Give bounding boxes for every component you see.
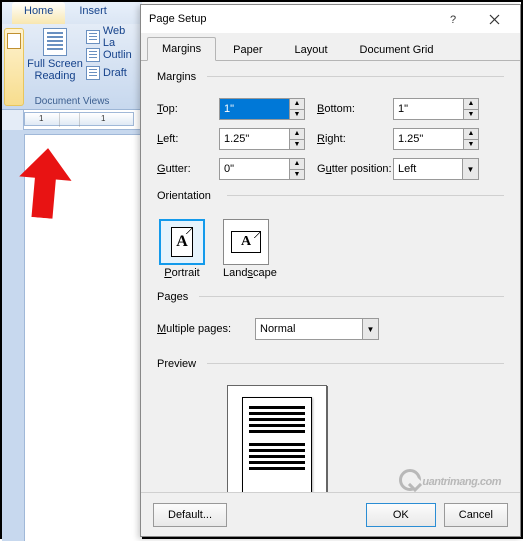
tab-document-grid[interactable]: Document Grid bbox=[345, 38, 449, 61]
document-lines-icon bbox=[43, 28, 67, 56]
right-input[interactable] bbox=[393, 128, 463, 150]
top-input[interactable] bbox=[219, 98, 289, 120]
draft-button[interactable]: Draft bbox=[86, 64, 140, 82]
portrait-page-icon: A bbox=[171, 227, 193, 257]
spin-up-icon[interactable]: ▲ bbox=[290, 99, 304, 110]
full-screen-reading-button[interactable]: Full Screen Reading bbox=[25, 28, 85, 82]
gutter-spinner[interactable]: ▲▼ bbox=[219, 158, 305, 180]
margins-heading: Margins bbox=[157, 71, 504, 83]
horizontal-ruler[interactable]: 1 1 bbox=[24, 112, 134, 126]
gutter-position-combo[interactable]: Left ▼ bbox=[393, 158, 479, 180]
spin-down-icon[interactable]: ▼ bbox=[290, 140, 304, 150]
dialog-tab-strip: Margins Paper Layout Document Grid bbox=[141, 33, 520, 61]
preview-group: Preview Apply to: Whole document ▼ bbox=[157, 358, 504, 492]
pages-group: Pages Multiple pages: Normal ▼ bbox=[157, 291, 504, 340]
page-icon bbox=[7, 33, 21, 49]
gutter-position-value: Left bbox=[394, 163, 462, 175]
left-spinner[interactable]: ▲▼ bbox=[219, 128, 305, 150]
tab-margins[interactable]: Margins bbox=[147, 37, 216, 61]
bottom-spinner[interactable]: ▲▼ bbox=[393, 98, 479, 120]
ribbon-tab-insert[interactable]: Insert bbox=[67, 2, 119, 24]
orientation-group: Orientation A Portrait A Landscape bbox=[157, 190, 504, 281]
dialog-body: Margins Top: ▲▼ Bottom: ▲▼ Left: ▲▼ R bbox=[141, 61, 520, 492]
default-button[interactable]: Default... bbox=[153, 503, 227, 527]
top-label: Top: bbox=[157, 103, 207, 115]
view-list: Web La Outlin Draft bbox=[86, 28, 140, 82]
ribbon-body: Full Screen Reading Web La Outlin Draft … bbox=[2, 24, 142, 110]
tab-layout[interactable]: Layout bbox=[279, 38, 342, 61]
orientation-landscape[interactable]: A Landscape bbox=[221, 217, 279, 281]
spin-down-icon[interactable]: ▼ bbox=[290, 110, 304, 120]
dialog-titlebar[interactable]: Page Setup ? bbox=[141, 5, 520, 33]
multiple-pages-label: Multiple pages: bbox=[157, 323, 245, 335]
orientation-portrait[interactable]: A Portrait bbox=[157, 217, 207, 281]
word-ribbon-background: Home Insert Full Screen Reading Web La O… bbox=[2, 2, 142, 541]
full-screen-label2: Reading bbox=[25, 70, 85, 82]
tab-paper[interactable]: Paper bbox=[218, 38, 277, 61]
multiple-pages-value: Normal bbox=[256, 323, 362, 335]
draft-icon bbox=[86, 66, 100, 80]
help-icon: ? bbox=[448, 13, 460, 25]
bottom-input[interactable] bbox=[393, 98, 463, 120]
web-icon bbox=[86, 30, 100, 44]
spin-up-icon[interactable]: ▲ bbox=[290, 159, 304, 170]
margins-group: Margins Top: ▲▼ Bottom: ▲▼ Left: ▲▼ R bbox=[157, 71, 504, 180]
gutter-position-label: Gutter position: bbox=[317, 163, 381, 175]
landscape-label: Landscape bbox=[223, 267, 277, 279]
full-screen-label1: Full Screen bbox=[25, 58, 85, 70]
preview-page-icon bbox=[242, 397, 312, 492]
spin-down-icon[interactable]: ▼ bbox=[464, 110, 478, 120]
print-layout-button[interactable] bbox=[4, 28, 24, 106]
close-button[interactable] bbox=[474, 8, 514, 30]
spin-up-icon[interactable]: ▲ bbox=[464, 129, 478, 140]
gutter-input[interactable] bbox=[219, 158, 289, 180]
document-area bbox=[2, 130, 142, 541]
dialog-footer: Default... OK Cancel bbox=[141, 492, 520, 536]
cancel-button[interactable]: Cancel bbox=[444, 503, 508, 527]
document-page[interactable] bbox=[24, 134, 142, 541]
page-setup-dialog: Page Setup ? Margins Paper Layout Docume… bbox=[140, 4, 521, 537]
ribbon-tabs: Home Insert bbox=[2, 2, 142, 24]
help-button[interactable]: ? bbox=[434, 8, 474, 30]
chevron-down-icon[interactable]: ▼ bbox=[462, 159, 478, 179]
chevron-down-icon[interactable]: ▼ bbox=[362, 319, 378, 339]
top-spinner[interactable]: ▲▼ bbox=[219, 98, 305, 120]
ruler-area: 1 1 bbox=[2, 110, 142, 130]
landscape-page-icon: A bbox=[231, 231, 261, 253]
preview-box bbox=[227, 385, 327, 492]
multiple-pages-combo[interactable]: Normal ▼ bbox=[255, 318, 379, 340]
spin-down-icon[interactable]: ▼ bbox=[464, 140, 478, 150]
spin-up-icon[interactable]: ▲ bbox=[290, 129, 304, 140]
ribbon-group-label: Document Views bbox=[2, 96, 142, 107]
web-layout-button[interactable]: Web La bbox=[86, 28, 140, 46]
svg-text:?: ? bbox=[450, 14, 456, 25]
pages-heading: Pages bbox=[157, 291, 504, 303]
gutter-label: Gutter: bbox=[157, 163, 207, 175]
bottom-label: Bottom: bbox=[317, 103, 381, 115]
preview-heading: Preview bbox=[157, 358, 504, 370]
close-icon bbox=[489, 14, 500, 25]
orientation-heading: Orientation bbox=[157, 190, 504, 202]
ruler-corner bbox=[2, 110, 24, 130]
right-label: Right: bbox=[317, 133, 381, 145]
outline-icon bbox=[86, 48, 100, 62]
left-label: Left: bbox=[157, 133, 207, 145]
left-input[interactable] bbox=[219, 128, 289, 150]
ribbon-tab-home[interactable]: Home bbox=[12, 2, 65, 24]
spin-down-icon[interactable]: ▼ bbox=[290, 170, 304, 180]
spin-up-icon[interactable]: ▲ bbox=[464, 99, 478, 110]
portrait-label: Portrait bbox=[159, 267, 205, 279]
ok-button[interactable]: OK bbox=[366, 503, 436, 527]
right-spinner[interactable]: ▲▼ bbox=[393, 128, 479, 150]
dialog-title: Page Setup bbox=[147, 13, 434, 25]
